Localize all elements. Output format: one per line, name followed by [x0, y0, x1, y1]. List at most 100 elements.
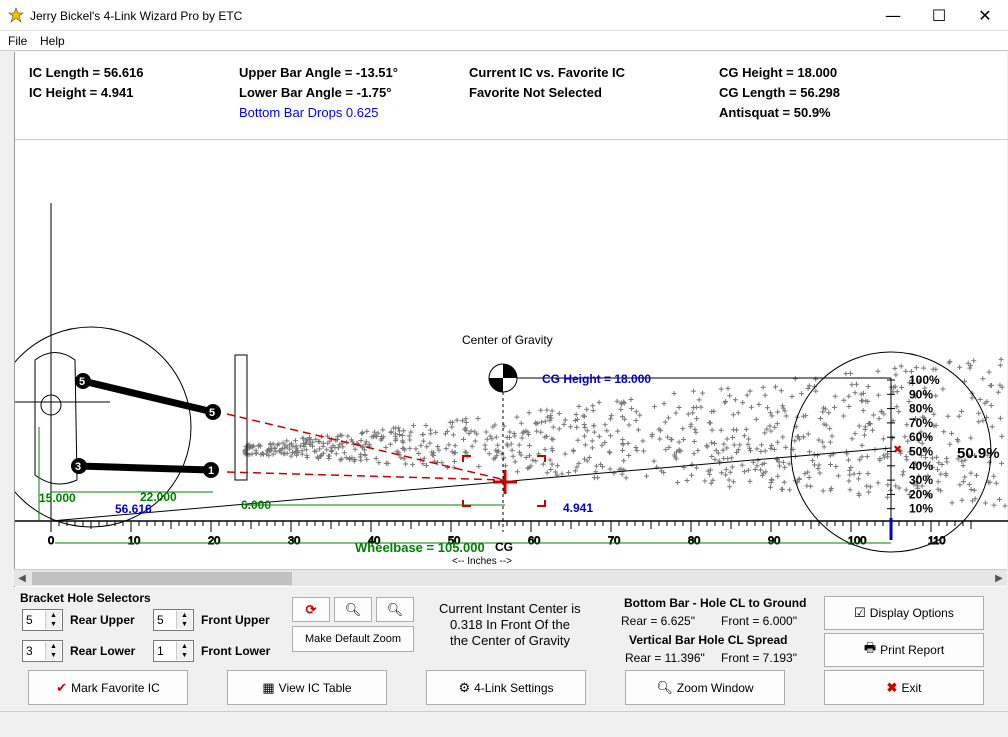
zoom-reset-button[interactable]: ⟳ [292, 597, 330, 622]
spread-front: Front = 7.193" [721, 651, 797, 665]
chevron-up-icon[interactable]: ▲ [46, 611, 61, 620]
bottom-bar-drops-readout: Bottom Bar Drops 0.625 [239, 105, 379, 120]
ic-status-line3: the Center of Gravity [450, 633, 570, 648]
hole-badge-rear-upper: 5 [75, 373, 91, 389]
cg-length-readout: CG Length = 56.298 [719, 85, 841, 100]
zoom-in-button[interactable]: 🔍︎ [376, 597, 414, 622]
axis-tick-label: 80 [688, 535, 700, 547]
horizontal-scrollbar[interactable]: ◀ ▶ [14, 569, 1007, 586]
percent-tick-label: 30% [909, 473, 933, 487]
rear-upper-stepper[interactable]: 5 ▲ ▼ [22, 609, 63, 631]
zoom-out-button[interactable]: 🔍︎ [334, 597, 372, 622]
chevron-up-icon[interactable]: ▲ [177, 642, 192, 651]
star-app-icon [8, 7, 24, 23]
bottom-bar-title: Bottom Bar - Hole CL to Ground [624, 596, 807, 610]
percent-tick-label: 90% [909, 387, 933, 401]
spread-title: Vertical Bar Hole CL Spread [629, 633, 788, 647]
maximize-button[interactable]: ☐ [916, 0, 962, 31]
favorite-status: Favorite Not Selected [469, 85, 602, 100]
scroll-left-icon[interactable]: ◀ [14, 570, 30, 587]
svg-text:1: 1 [208, 465, 214, 477]
rear-bracket-outline [34, 352, 78, 485]
antisquat-readout: Antisquat = 50.9% [719, 105, 831, 120]
hole-badge-front-lower: 1 [203, 462, 219, 478]
dim-6-label: 6.000 [241, 498, 271, 512]
menu-help[interactable]: Help [40, 34, 65, 48]
svg-text:3: 3 [75, 461, 81, 473]
settings-icon: ⚙ [458, 679, 471, 695]
scroll-right-icon[interactable]: ▶ [991, 570, 1007, 587]
center-of-gravity-label: Center of Gravity [462, 333, 553, 347]
percent-tick-label: 70% [909, 416, 933, 430]
svg-text:5: 5 [209, 407, 215, 419]
magnifier-icon: 🔍︎ [656, 679, 673, 695]
bottom-bar-rear: Rear = 6.625" [621, 614, 695, 628]
menu-file[interactable]: File [8, 34, 27, 48]
cg-marker [488, 363, 518, 532]
axis-tick-label: 20 [208, 535, 220, 547]
chevron-up-icon[interactable]: ▲ [177, 611, 192, 620]
minimize-button[interactable]: — [870, 0, 916, 31]
axis-tick-label: 90 [768, 535, 780, 547]
front-upper-label: Front Upper [201, 613, 270, 627]
status-bar [0, 711, 1008, 737]
axis-tick-label: 110 [928, 535, 946, 547]
chevron-down-icon[interactable]: ▼ [177, 620, 192, 629]
zoom-in-icon: 🔍︎ [386, 601, 404, 617]
chevron-up-icon[interactable]: ▲ [46, 642, 61, 651]
diagram-canvas[interactable]: IC Length = 56.616 IC Height = 4.941 Upp… [14, 52, 1008, 587]
cg-axis-label: CG [495, 540, 513, 554]
make-default-zoom-button[interactable]: Make Default Zoom [292, 626, 414, 652]
chevron-down-icon[interactable]: ▼ [177, 651, 192, 660]
bracket-title: Bracket Hole Selectors [20, 591, 151, 605]
percent-tick-label: 10% [909, 502, 933, 516]
view-ic-table-button[interactable]: ▦ View IC Table [227, 670, 387, 705]
rear-lower-label: Rear Lower [70, 644, 136, 658]
antisquat-value-label: 50.9% [957, 445, 1000, 462]
chevron-down-icon[interactable]: ▼ [46, 651, 61, 660]
printer-icon: 🖶 [863, 640, 877, 655]
wheelbase-label: Wheelbase = 105.000 [355, 540, 485, 555]
print-report-button[interactable]: 🖶 Print Report [824, 633, 984, 667]
dim-56-label: 56.616 [115, 502, 152, 516]
current-vs-favorite-label: Current IC vs. Favorite IC [469, 65, 626, 80]
percent-tick-label: 20% [909, 487, 933, 501]
dim-15-label: 15.000 [39, 491, 76, 505]
menu-bar: File Help [0, 31, 1008, 51]
front-upper-stepper[interactable]: 5 ▲ ▼ [153, 609, 194, 631]
front-lower-stepper[interactable]: 1 ▲ ▼ [153, 640, 194, 662]
chevron-down-icon[interactable]: ▼ [46, 620, 61, 629]
upper-bar-angle-readout: Upper Bar Angle = -13.51° [239, 65, 398, 80]
rear-upper-label: Rear Upper [70, 613, 135, 627]
upper-bar [82, 377, 214, 416]
reset-zoom-icon: ⟳ [305, 601, 317, 617]
close-button[interactable]: ✕ [962, 0, 1008, 31]
axis-tick-label: 10 [128, 535, 140, 547]
four-link-settings-button[interactable]: ⚙ 4-Link Settings [426, 670, 586, 705]
axis-tick-label: 70 [608, 535, 620, 547]
antisquat-point-marker: ✖ [893, 444, 902, 456]
scroll-thumb[interactable] [32, 572, 292, 585]
spread-rear: Rear = 11.396" [625, 651, 705, 665]
zoom-window-button[interactable]: 🔍︎ Zoom Window [625, 670, 785, 705]
lower-bar [78, 462, 212, 474]
rear-lower-stepper[interactable]: 3 ▲ ▼ [22, 640, 63, 662]
axis-tick-label: 30 [288, 535, 300, 547]
zoom-out-icon: 🔍︎ [344, 601, 362, 617]
checkmark-icon: ✔ [56, 679, 68, 695]
cg-height-readout: CG Height = 18.000 [719, 65, 838, 80]
lower-bar-angle-readout: Lower Bar Angle = -1.75° [239, 85, 392, 100]
lower-bar-projection [226, 471, 506, 481]
ic-status-line2: 0.318 In Front Of the [450, 617, 570, 632]
percent-tick-label: 100% [909, 373, 940, 387]
axis-tick-label: 60 [528, 535, 540, 547]
display-options-button[interactable]: ☑ Display Options [824, 596, 984, 630]
axis-tick-label: 100 [848, 535, 866, 547]
x-icon: ✖ [886, 679, 898, 695]
percent-tick-label: 50% [909, 445, 933, 459]
exit-button[interactable]: ✖ Exit [824, 670, 984, 705]
mark-favorite-button[interactable]: ✔ Mark Favorite IC [28, 670, 188, 705]
percent-tick-label: 40% [909, 459, 933, 473]
table-icon: ▦ [262, 679, 275, 695]
percent-tick-label: 80% [909, 402, 933, 416]
